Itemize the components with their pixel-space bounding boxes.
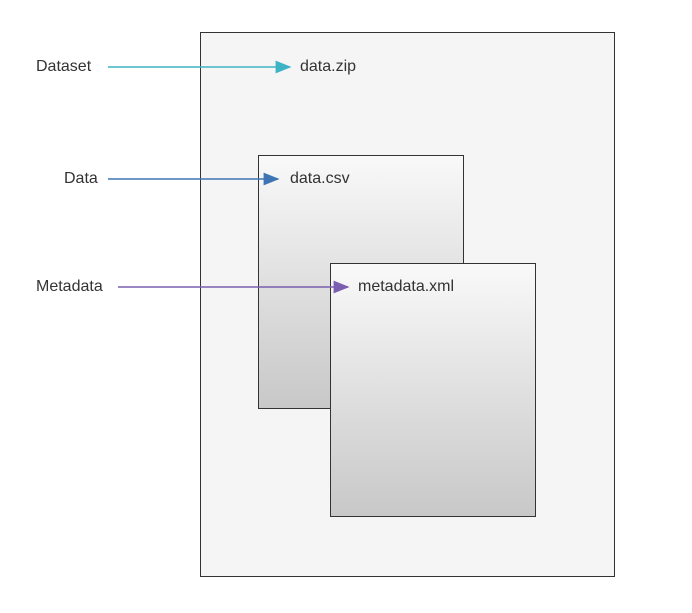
xml-filename: metadata.xml (358, 278, 454, 296)
dataset-label: Dataset (36, 58, 91, 76)
data-label: Data (64, 170, 98, 188)
metadata-file-box (330, 263, 536, 517)
csv-filename: data.csv (290, 170, 350, 188)
zip-filename: data.zip (300, 58, 356, 76)
diagram-canvas: Dataset Data Metadata data.zip data.csv … (0, 0, 692, 613)
metadata-label: Metadata (36, 278, 103, 296)
